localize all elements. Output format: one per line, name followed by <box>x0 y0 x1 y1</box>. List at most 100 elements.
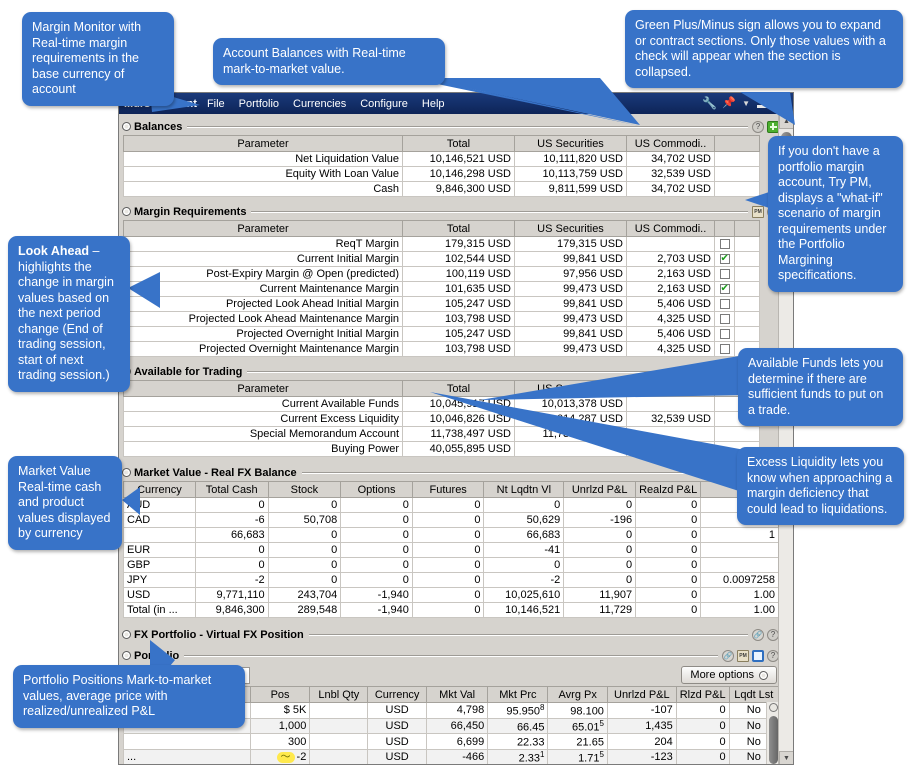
checkbox-icon[interactable] <box>719 329 730 340</box>
collapse-dot-icon[interactable] <box>122 468 131 477</box>
table-row[interactable]: ReqT Margin 179,315 USD 179,315 USD <box>123 236 760 252</box>
checkbox-icon[interactable] <box>719 269 730 280</box>
try-pm-icon[interactable]: PM <box>752 205 764 218</box>
table-row[interactable]: USD 9,771,110 243,704 -1,940 0 10,025,61… <box>123 587 779 603</box>
wrench-icon[interactable]: 🔧 <box>702 97 717 110</box>
section-header-marketvalue[interactable]: Market Value - Real FX Balance <box>122 465 779 480</box>
chevron-down-icon[interactable]: ▼ <box>742 99 750 108</box>
menu-portfolio[interactable]: Portfolio <box>239 98 279 110</box>
col-currency[interactable]: Currency <box>123 481 196 498</box>
cell-checkbox[interactable] <box>714 341 735 357</box>
table-row[interactable]: Projected Overnight Maintenance Margin 1… <box>123 341 760 357</box>
col-parameter[interactable]: Parameter <box>123 380 403 397</box>
table-row[interactable]: AUD 0 0 0 0 0 0 0 <box>123 497 779 513</box>
checkbox-icon[interactable] <box>719 299 730 310</box>
table-row[interactable]: Current Maintenance Margin 101,635 USD 9… <box>123 281 760 297</box>
col-lqdt-lst[interactable]: Lqdt Lst <box>728 686 780 703</box>
cell-checkbox[interactable] <box>714 296 735 312</box>
checkbox-checked-icon[interactable] <box>719 253 730 265</box>
col-us-securities[interactable]: US Securities <box>514 220 627 237</box>
cell-checkbox[interactable] <box>714 281 735 297</box>
table-row[interactable]: Special Memorandum Account 11,738,497 US… <box>123 426 760 442</box>
col-total[interactable]: Total <box>402 135 515 152</box>
table-row[interactable]: EUR 0 0 0 0 -41 0 0 <box>123 542 779 558</box>
table-row[interactable]: Buying Power 40,055,895 USD <box>123 441 760 457</box>
checkbox-icon[interactable] <box>719 239 730 250</box>
checkbox-icon[interactable] <box>719 314 730 325</box>
scroll-up-arrow[interactable]: ▲ <box>779 114 793 129</box>
table-row[interactable]: CAD -6 50,708 0 0 50,629 -196 0 0.90 <box>123 512 779 528</box>
table-row[interactable]: GBP 0 0 0 0 0 0 0 <box>123 557 779 573</box>
col-mkt-val[interactable]: Mkt Val <box>425 686 489 703</box>
col-us-commodities[interactable]: US Commodi.. <box>626 135 715 152</box>
collapse-dot-icon[interactable] <box>122 122 131 131</box>
collapse-dot-icon[interactable] <box>122 651 131 660</box>
checkbox-icon[interactable] <box>719 344 730 355</box>
col-mkt-prc[interactable]: Mkt Prc <box>487 686 549 703</box>
link-icon[interactable] <box>722 649 734 662</box>
panel-icon[interactable] <box>752 649 764 662</box>
col-us-commodities[interactable]: US Commodi.. <box>626 380 715 397</box>
col-total-cash[interactable]: Total Cash <box>194 481 269 498</box>
table-row[interactable]: Current Initial Margin 102,544 USD 99,84… <box>123 251 760 267</box>
col-parameter[interactable]: Parameter <box>123 135 403 152</box>
cell-checkbox[interactable] <box>714 266 735 282</box>
section-header-available[interactable]: Available for Trading <box>122 364 779 379</box>
table-row[interactable]: Post-Expiry Margin @ Open (predicted) 10… <box>123 266 760 282</box>
section-header-portfolio[interactable]: Portfolio PM <box>122 648 779 663</box>
col-rlzd-pl[interactable]: Rlzd P&L <box>675 686 730 703</box>
col-options[interactable]: Options <box>340 481 413 498</box>
table-row[interactable]: Current Available Funds 10,045,917 USD 1… <box>123 396 760 412</box>
collapse-dot-icon[interactable] <box>122 630 131 639</box>
col-stock[interactable]: Stock <box>267 481 342 498</box>
cell-checkbox[interactable] <box>714 236 735 252</box>
col-us-securities[interactable]: US Securities <box>514 135 627 152</box>
col-us-securities[interactable]: US Securities <box>514 380 627 397</box>
col-futures[interactable]: Futures <box>411 481 485 498</box>
table-row[interactable]: 300 USD 6,699 22.33 21.65 204 0 No <box>123 733 780 750</box>
col-total[interactable]: Total <box>402 220 515 237</box>
col-currency[interactable]: Currency <box>367 686 427 703</box>
scroll-up-arrow[interactable] <box>769 703 778 712</box>
minimize-button[interactable] <box>757 99 767 108</box>
table-row[interactable]: JPY -2 0 0 0 -2 0 0 0.0097258 <box>123 572 779 588</box>
col-parameter[interactable]: Parameter <box>123 220 403 237</box>
col-total[interactable]: Total <box>402 380 515 397</box>
col-us-commodities[interactable]: US Commodi.. <box>626 220 715 237</box>
table-row[interactable]: Equity With Loan Value 10,146,298 USD 10… <box>123 166 760 182</box>
checkbox-checked-icon[interactable] <box>719 283 730 295</box>
table-row[interactable]: Projected Look Ahead Initial Margin 105,… <box>123 296 760 312</box>
cell-checkbox[interactable] <box>714 251 735 267</box>
menu-configure[interactable]: Configure <box>360 98 408 110</box>
col-pos[interactable]: Pos <box>249 686 311 703</box>
table-row[interactable]: 66,683 0 0 0 66,683 0 0 1 <box>123 527 779 543</box>
scroll-down-arrow[interactable]: ▼ <box>779 751 793 764</box>
table-row[interactable]: ... 〜 -2 USD -466 2.331 1.715 -123 0 No <box>123 749 780 764</box>
table-row[interactable]: Cash 9,846,300 USD 9,811,599 USD 34,702 … <box>123 181 760 197</box>
col-realized-pl[interactable]: Realzd P&L <box>635 481 702 498</box>
collapse-dot-icon[interactable] <box>122 207 131 216</box>
table-row[interactable]: Net Liquidation Value 10,146,521 USD 10,… <box>123 151 760 167</box>
scroll-thumb[interactable] <box>769 716 778 764</box>
menu-help[interactable]: Help <box>422 98 445 110</box>
table-row[interactable]: Total (in ... 9,846,300 289,548 -1,940 0… <box>123 602 779 618</box>
table-row[interactable]: Current Excess Liquidity 10,046,826 USD … <box>123 411 760 427</box>
col-avrg-px[interactable]: Avrg Px <box>547 686 608 703</box>
try-pm-icon[interactable]: PM <box>737 649 749 662</box>
col-unrealized-pl[interactable]: Unrlzd P&L <box>563 481 637 498</box>
menubar[interactable]: File Portfolio Currencies Configure Help <box>207 98 445 110</box>
table-row[interactable]: Projected Overnight Initial Margin 105,2… <box>123 326 760 342</box>
link-icon[interactable] <box>752 628 764 641</box>
section-header-fxportfolio[interactable]: FX Portfolio - Virtual FX Position <box>122 627 779 642</box>
more-options-button[interactable]: More options <box>681 666 777 684</box>
maximize-button[interactable] <box>774 98 786 109</box>
section-header-margin[interactable]: Margin Requirements PM <box>122 204 779 219</box>
cell-checkbox[interactable] <box>714 326 735 342</box>
col-lnbl-qty[interactable]: Lnbl Qty <box>309 686 369 703</box>
menu-currencies[interactable]: Currencies <box>293 98 346 110</box>
table-row[interactable]: Projected Look Ahead Maintenance Margin … <box>123 311 760 327</box>
col-net-liquidation[interactable]: Nt Lqdtn Vl <box>483 481 565 498</box>
col-unrlzd-pl[interactable]: Unrlzd P&L <box>606 686 677 703</box>
help-icon[interactable] <box>752 120 764 133</box>
pin-icon[interactable]: 📌 <box>722 97 736 110</box>
